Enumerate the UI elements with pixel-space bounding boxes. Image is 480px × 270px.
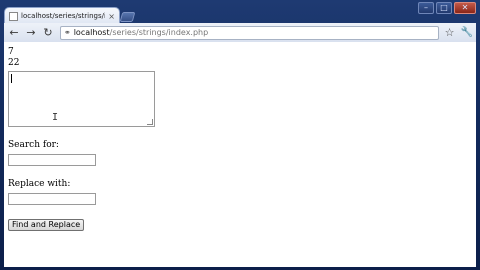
address-bar[interactable]: ⚭ localhost/series/strings/index.php — [60, 25, 439, 40]
output-line-1: 7 — [8, 47, 14, 57]
tab-title: localhost/series/strings/i... — [21, 11, 106, 20]
url-text: localhost/series/strings/index.php — [74, 27, 209, 39]
find-and-replace-button[interactable]: Find and Replace — [8, 219, 85, 231]
text-area[interactable]: I — [8, 71, 155, 127]
window-controls: – □ ✕ — [418, 2, 476, 14]
page-icon — [9, 11, 18, 21]
back-icon[interactable]: ← — [7, 26, 21, 40]
ibeam-cursor-icon: I — [52, 112, 59, 123]
minimize-button[interactable]: – — [418, 2, 434, 14]
close-window-button[interactable]: ✕ — [454, 2, 476, 14]
tab-close-icon[interactable]: × — [108, 12, 115, 21]
output-line-2: 22 — [8, 58, 20, 68]
bookmark-star-icon[interactable]: ☆ — [445, 26, 455, 40]
replace-label: Replace with: — [8, 179, 71, 189]
globe-icon: ⚭ — [64, 27, 71, 37]
url-host: localhost — [73, 27, 110, 37]
page-content: 7 22 I Search for: Replace with: Find an… — [4, 42, 476, 267]
new-tab-button[interactable] — [119, 12, 136, 22]
search-label: Search for: — [8, 140, 59, 150]
replace-input[interactable] — [8, 193, 96, 205]
reload-icon[interactable]: ↻ — [41, 26, 55, 40]
browser-window: – □ ✕ localhost/series/strings/i... × ← … — [0, 0, 480, 270]
search-input[interactable] — [8, 154, 96, 166]
browser-toolbar: ← → ↻ ⚭ localhost/series/strings/index.p… — [4, 23, 476, 42]
text-caret — [11, 74, 12, 83]
forward-icon[interactable]: → — [24, 26, 38, 40]
maximize-button[interactable]: □ — [436, 2, 452, 14]
browser-tab[interactable]: localhost/series/strings/i... × — [4, 7, 120, 24]
resize-grip-icon[interactable] — [147, 119, 153, 125]
wrench-icon[interactable]: 🔧 — [461, 26, 473, 40]
url-path: /series/strings/index.php — [109, 27, 209, 37]
